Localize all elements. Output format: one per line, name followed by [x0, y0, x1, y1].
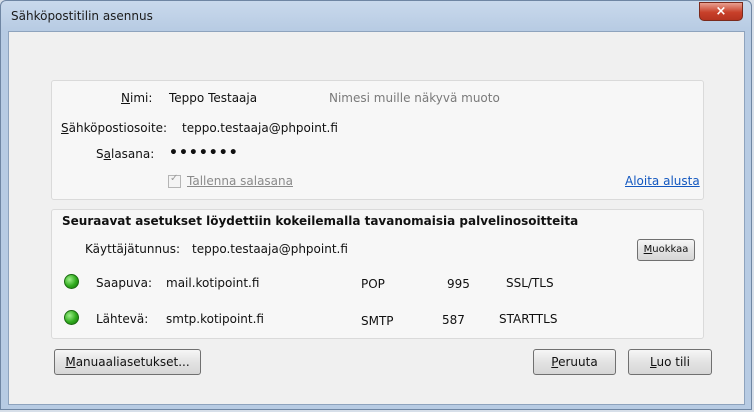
incoming-status-icon: [64, 274, 79, 289]
incoming-host: mail.kotipoint.fi: [166, 276, 260, 290]
name-hint: Nimesi muille näkyvä muoto: [329, 91, 500, 105]
email-field[interactable]: teppo.testaaja@phpoint.fi: [182, 121, 338, 135]
outgoing-status-icon: [64, 310, 79, 325]
checkbox-icon: [168, 173, 181, 188]
password-label: Salasana:: [96, 147, 155, 161]
name-label: Nimi:: [121, 91, 153, 105]
username-label: Käyttäjätunnus:: [85, 242, 180, 256]
manual-settings-button[interactable]: Manuaaliasetukset...: [54, 349, 201, 375]
remember-password-checkbox[interactable]: Tallenna salasana: [168, 173, 293, 188]
restart-link[interactable]: Aloita alusta: [625, 174, 700, 188]
create-account-button[interactable]: Luo tili: [628, 349, 712, 375]
remember-password-label: Tallenna salasana: [187, 174, 293, 188]
close-button[interactable]: ×: [699, 2, 743, 21]
dialog-content: Nimi: Teppo Testaaja Nimesi muille näkyv…: [8, 31, 745, 405]
outgoing-port: 587: [442, 313, 465, 327]
name-field[interactable]: Teppo Testaaja: [169, 91, 257, 105]
edit-button[interactable]: Muokkaa: [637, 239, 695, 261]
title-bar: Sähköpostitilin asennus ×: [1, 1, 751, 31]
incoming-label: Saapuva:: [96, 276, 153, 290]
incoming-port: 995: [447, 277, 470, 291]
incoming-protocol: POP: [361, 277, 385, 291]
password-field[interactable]: •••••••: [169, 145, 239, 161]
outgoing-label: Lähtevä:: [96, 312, 149, 326]
account-setup-window: Sähköpostitilin asennus × Nimi: Teppo Te…: [0, 0, 752, 410]
detected-heading: Seuraavat asetukset löydettiin kokeilema…: [62, 214, 579, 228]
email-label: Sähköpostiosoite:: [61, 121, 168, 135]
window-title: Sähköpostitilin asennus: [11, 9, 153, 23]
cancel-button[interactable]: Peruuta: [533, 349, 616, 375]
outgoing-security: STARTTLS: [499, 312, 558, 326]
username-value: teppo.testaaja@phpoint.fi: [192, 242, 348, 256]
incoming-security: SSL/TLS: [506, 276, 554, 290]
outgoing-host: smtp.kotipoint.fi: [166, 312, 264, 326]
outgoing-protocol: SMTP: [361, 314, 394, 328]
